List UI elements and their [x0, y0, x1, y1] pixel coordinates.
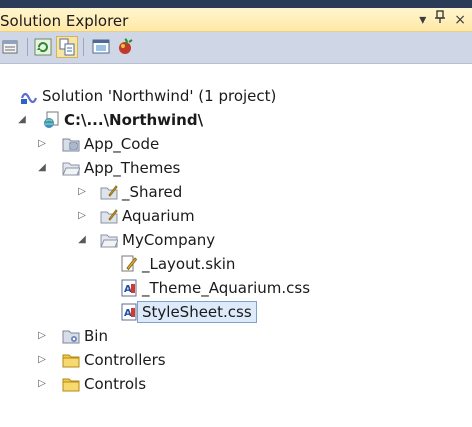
collapsed-arrow-icon[interactable]: ▷: [36, 352, 48, 368]
toolbar: [0, 32, 472, 64]
tree-node-label: Controllers: [84, 351, 166, 369]
refresh-button[interactable]: [32, 36, 54, 58]
tree-node-solution[interactable]: Solution 'Northwind' (1 project): [0, 84, 472, 108]
website-project-icon: [42, 111, 60, 129]
collapsed-arrow-icon[interactable]: ▷: [36, 328, 48, 344]
app-code-folder-icon: [62, 135, 80, 153]
tree-node-label: App_Themes: [84, 159, 181, 177]
tree-node-controllers[interactable]: ▷ Controllers: [0, 348, 472, 372]
copy-website-button[interactable]: [114, 36, 136, 58]
svg-text:A: A: [124, 284, 132, 295]
properties-icon: [2, 40, 18, 54]
theme-folder-open-icon: [100, 231, 118, 249]
expanded-arrow-icon[interactable]: ◢: [36, 160, 48, 176]
tree-node-label: StyleSheet.css: [137, 301, 257, 323]
tree-node-label: Solution 'Northwind' (1 project): [42, 87, 277, 105]
show-all-files-button[interactable]: [56, 36, 78, 58]
solution-icon: [20, 87, 38, 105]
properties-button[interactable]: [0, 36, 22, 58]
collapsed-arrow-icon[interactable]: ▷: [36, 376, 48, 392]
tree-node-label: MyCompany: [122, 231, 216, 249]
show-all-files-icon: [59, 38, 75, 56]
theme-folder-icon: [100, 207, 118, 225]
copy-website-icon: [119, 38, 133, 54]
css-file-icon: A: [120, 279, 138, 297]
collapsed-arrow-icon[interactable]: ▷: [36, 136, 48, 152]
tree-node-label: Bin: [84, 327, 108, 345]
skin-file-icon: [120, 255, 138, 273]
tree-node-label: Aquarium: [122, 207, 195, 225]
expanded-arrow-icon[interactable]: ◢: [76, 232, 88, 248]
title-bar[interactable]: Solution Explorer ▾ ×: [0, 8, 472, 32]
css-file-icon: A: [120, 303, 138, 321]
window-position-dropdown-icon[interactable]: ▾: [419, 10, 426, 30]
svg-text:A: A: [124, 308, 132, 319]
tree-node-stylesheet-css[interactable]: A StyleSheet.css: [0, 300, 472, 324]
tree-node-project[interactable]: ◢ C:\...\Northwind\: [0, 108, 472, 132]
view-designer-icon: [92, 39, 110, 54]
tree-node-controls[interactable]: ▷ Controls: [0, 372, 472, 396]
tree-node-theme-aquarium-css[interactable]: A _Theme_Aquarium.css: [0, 276, 472, 300]
title-controls: ▾ ×: [419, 10, 466, 30]
tree-node-label: Controls: [84, 375, 147, 393]
toolbar-separator: [83, 38, 84, 56]
tree-node-app-themes[interactable]: ◢ App_Themes: [0, 156, 472, 180]
tree-node-aquarium[interactable]: ▷ Aquarium: [0, 204, 472, 228]
panel-title: Solution Explorer: [0, 12, 129, 30]
solution-tree: Solution 'Northwind' (1 project) ◢ C:\..…: [0, 70, 472, 427]
tree-node-label: App_Code: [84, 135, 160, 153]
tree-node-label: _Shared: [122, 183, 183, 201]
folder-icon: [62, 375, 80, 393]
tree-node-label: C:\...\Northwind\: [64, 111, 204, 129]
collapsed-arrow-icon[interactable]: ▷: [76, 184, 88, 200]
tree-node-mycompany[interactable]: ◢ MyCompany: [0, 228, 472, 252]
tree-node-label: _Layout.skin: [142, 255, 236, 273]
window-top-edge: [0, 0, 472, 8]
tree-node-shared[interactable]: ▷ _Shared: [0, 180, 472, 204]
collapsed-arrow-icon[interactable]: ▷: [76, 208, 88, 224]
toolbar-separator: [27, 38, 28, 56]
tree-node-layout-skin[interactable]: _Layout.skin: [0, 252, 472, 276]
view-designer-button[interactable]: [90, 36, 112, 58]
tree-node-bin[interactable]: ▷ Bin: [0, 324, 472, 348]
bin-folder-icon: [62, 327, 80, 345]
refresh-icon: [34, 38, 52, 56]
tree-node-app-code[interactable]: ▷ App_Code: [0, 132, 472, 156]
themes-folder-icon: [62, 159, 80, 177]
theme-folder-icon: [100, 183, 118, 201]
expanded-arrow-icon[interactable]: ◢: [16, 112, 28, 128]
folder-icon: [62, 351, 80, 369]
close-icon[interactable]: ×: [454, 10, 466, 30]
auto-hide-pin-icon[interactable]: [434, 10, 446, 30]
tree-node-label: _Theme_Aquarium.css: [142, 279, 311, 297]
